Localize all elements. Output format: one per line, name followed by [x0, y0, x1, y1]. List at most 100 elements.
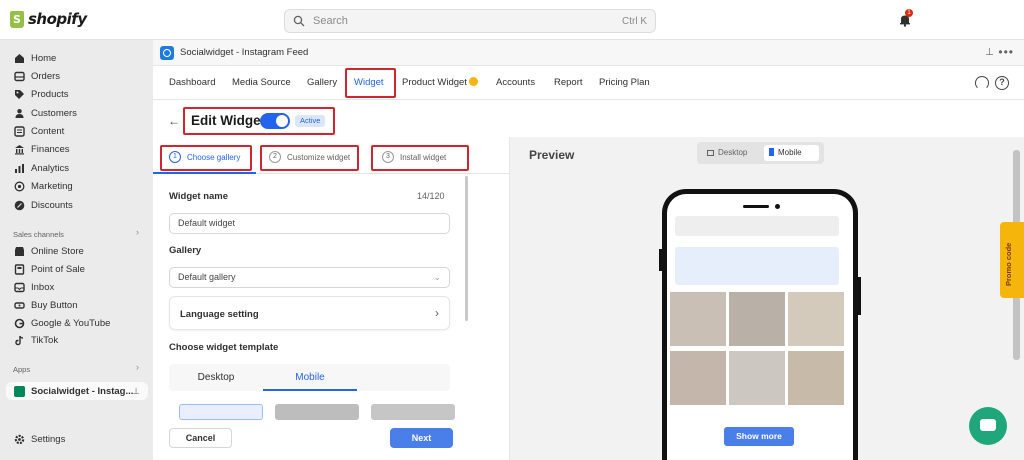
- more-options-icon[interactable]: •••: [998, 45, 1014, 59]
- tab-accounts[interactable]: Accounts: [496, 77, 535, 88]
- sidebar-item-online-store[interactable]: Online Store: [0, 242, 153, 260]
- promo-code-tab[interactable]: Promo code: [1000, 222, 1024, 298]
- sidebar-item-analytics[interactable]: Analytics: [0, 159, 153, 177]
- tab-pricing-plan[interactable]: Pricing Plan: [599, 77, 650, 88]
- gallery-select[interactable]: Default gallery ⌄: [169, 267, 450, 288]
- sidebar-item-label: Settings: [31, 433, 66, 445]
- phone-camera: [775, 204, 780, 209]
- sidebar-item-label: Discounts: [31, 199, 73, 211]
- sidebar-item-buy-button[interactable]: Buy Button: [0, 296, 153, 314]
- tab-media-source[interactable]: Media Source: [232, 77, 291, 88]
- sidebar-item-home[interactable]: Home: [0, 49, 153, 67]
- sidebar-item-discounts[interactable]: Discounts: [0, 196, 153, 214]
- support-headset-icon[interactable]: [975, 76, 989, 90]
- show-more-button[interactable]: Show more: [724, 427, 794, 446]
- phone-speaker: [743, 205, 769, 208]
- search-placeholder: Search: [313, 15, 348, 27]
- language-setting-label: Language setting: [180, 309, 259, 320]
- feed-photo: [788, 351, 844, 405]
- tab-report[interactable]: Report: [554, 77, 583, 88]
- phone-icon: [769, 148, 774, 156]
- device-mobile-button[interactable]: Mobile: [764, 145, 819, 161]
- template-tab-desktop[interactable]: Desktop: [169, 364, 263, 391]
- shopify-logo[interactable]: shopify: [10, 10, 87, 28]
- sidebar-item-point-of-sale[interactable]: Point of Sale: [0, 260, 153, 278]
- sidebar-item-products[interactable]: Products: [0, 85, 153, 103]
- sidebar-item-label: Orders: [31, 70, 61, 82]
- chat-button[interactable]: [969, 407, 1007, 445]
- tag-icon: [15, 89, 24, 99]
- content-icon: [14, 125, 25, 137]
- sidebar-item-settings[interactable]: Settings: [0, 430, 153, 448]
- cancel-button[interactable]: Cancel: [169, 428, 232, 448]
- sidebar-item-google-youtube[interactable]: Google & YouTube: [0, 314, 153, 332]
- sidebar-item-customers[interactable]: Customers: [0, 104, 153, 122]
- top-bar: shopify Search Ctrl K 1: [0, 0, 1024, 40]
- device-desktop-button[interactable]: Desktop: [702, 145, 760, 161]
- template-tabs: Desktop Mobile: [169, 364, 450, 391]
- phone-mockup: Show more: [662, 189, 858, 460]
- orders-icon: [14, 71, 25, 81]
- help-icon[interactable]: ?: [995, 76, 1009, 90]
- template-option[interactable]: [275, 404, 359, 420]
- promo-code-label: Promo code: [1004, 242, 1013, 286]
- phone-side-button: [858, 277, 861, 315]
- app-title: Socialwidget - Instagram Feed: [180, 47, 309, 58]
- search-input[interactable]: Search Ctrl K: [284, 9, 656, 33]
- chevron-down-icon: ⌄: [433, 272, 441, 282]
- socialwidget-logo-icon: [160, 45, 174, 60]
- target-icon: [14, 181, 25, 191]
- sidebar-item-socialwidget[interactable]: Socialwidget - Instag... ⊥: [6, 382, 148, 400]
- sidebar-item-tiktok[interactable]: TikTok: [0, 331, 153, 349]
- sidebar-item-label: Marketing: [31, 180, 73, 192]
- tab-dashboard[interactable]: Dashboard: [169, 77, 215, 88]
- app-tabs: Dashboard Media Source Gallery Widget Pr…: [153, 66, 1024, 100]
- chevron-right-icon[interactable]: ›: [136, 227, 139, 237]
- chevron-right-icon[interactable]: ›: [136, 362, 139, 372]
- next-button[interactable]: Next: [390, 428, 453, 448]
- crown-icon: [468, 77, 478, 86]
- tab-label: Product Widget: [402, 77, 467, 88]
- template-option[interactable]: [371, 404, 455, 420]
- monitor-icon: [707, 150, 714, 156]
- chart-icon: [15, 163, 24, 173]
- sidebar-item-label: Analytics: [31, 162, 70, 174]
- sidebar-item-inbox[interactable]: Inbox: [0, 278, 153, 296]
- device-label: Desktop: [718, 148, 748, 157]
- template-tab-mobile[interactable]: Mobile: [263, 364, 357, 391]
- editor-scrollbar[interactable]: [465, 176, 468, 321]
- feed-photo: [788, 292, 844, 346]
- chat-bubble-icon: [980, 419, 996, 431]
- widget-name-field[interactable]: Default widget: [169, 213, 450, 234]
- sidebar-item-label: Customers: [31, 107, 77, 119]
- preview-pane: Preview Desktop Mobile Show more: [509, 137, 1024, 460]
- sidebar-item-label: Home: [31, 52, 57, 64]
- sidebar-item-orders[interactable]: Orders: [0, 67, 153, 85]
- search-icon: [293, 15, 305, 27]
- sidebar-item-marketing[interactable]: Marketing: [0, 177, 153, 195]
- pin-icon[interactable]: ⊥: [132, 386, 140, 397]
- template-option[interactable]: [179, 404, 263, 420]
- pin-icon[interactable]: ⊥: [985, 47, 994, 58]
- char-counter: 14/120: [417, 191, 445, 201]
- chevron-right-icon: ›: [435, 306, 439, 320]
- highlight-box: [260, 145, 359, 171]
- highlight-box: [345, 68, 396, 98]
- tab-product-widget[interactable]: Product Widget: [402, 77, 478, 88]
- sidebar-item-finances[interactable]: Finances: [0, 140, 153, 158]
- feed-photo: [670, 351, 726, 405]
- person-icon: [15, 108, 24, 118]
- template-label: Choose widget template: [169, 342, 279, 353]
- sidebar-item-label: Point of Sale: [31, 263, 85, 275]
- skeleton-block: [675, 216, 839, 236]
- language-setting-row[interactable]: Language setting ›: [169, 296, 450, 330]
- device-label: Mobile: [778, 148, 802, 157]
- tab-gallery[interactable]: Gallery: [307, 77, 337, 88]
- sidebar-item-content[interactable]: Content: [0, 122, 153, 140]
- sidebar-item-label: Content: [31, 125, 65, 137]
- back-arrow-icon[interactable]: ←: [168, 114, 180, 128]
- feed-photo: [729, 292, 785, 346]
- sidebar-item-label: Google & YouTube: [31, 317, 111, 329]
- inbox-icon: [14, 282, 25, 292]
- sidebar-item-label: Products: [31, 88, 69, 100]
